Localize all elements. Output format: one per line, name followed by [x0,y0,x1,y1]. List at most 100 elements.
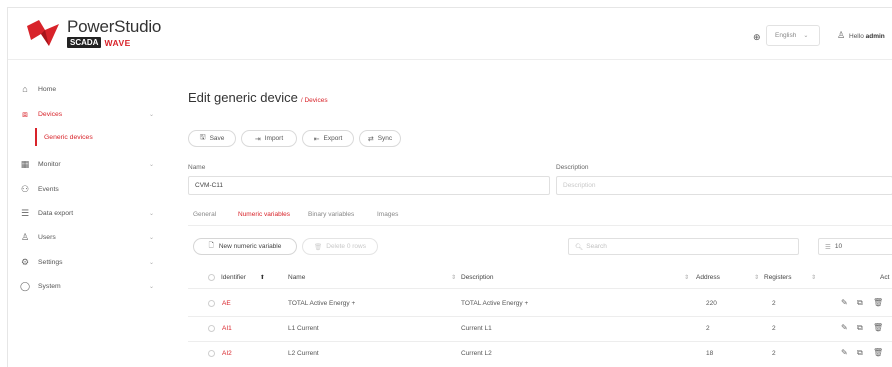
tab-general[interactable]: General [193,210,216,226]
description-field[interactable]: Description [556,176,892,195]
description-placeholder: Description [563,182,596,189]
row-description: Current L1 [461,325,492,332]
language-value: English [775,32,797,39]
sidebar-item-settings[interactable]: ⚙ Settings ⌄ [18,253,158,271]
sidebar-item-devices[interactable]: ⧈ Devices ⌄ [18,105,158,123]
sort-icon[interactable]: ⇕ [811,274,816,281]
export-button[interactable]: ⇤ Export [302,130,354,147]
sidebar-item-system[interactable]: ◯ System ⌄ [18,277,158,295]
trash-icon[interactable]: 🗑 [873,298,883,307]
sidebar-item-label: Users [38,233,56,241]
column-label: Identifier [221,274,246,281]
row-registers: 2 [772,300,776,307]
page-size-select[interactable]: ☰ 10 [818,238,892,255]
search-placeholder: Search [586,243,607,250]
globe-icon: ⊕ [753,32,761,42]
column-header-address[interactable]: Address [696,274,720,281]
row-registers: 2 [772,325,776,332]
sidebar-item-label: Monitor [38,160,61,168]
tabs-divider [188,225,892,226]
copy-icon[interactable]: ⧉ [857,298,863,308]
sidebar-item-label: System [38,282,61,290]
select-all-radio[interactable] [208,274,215,281]
row-select-radio[interactable] [208,350,215,357]
events-icon: ⚇ [20,183,30,194]
column-header-registers[interactable]: Registers [764,274,791,281]
sidebar-item-users[interactable]: ♙ Users ⌄ [18,228,158,246]
tab-binary-variables[interactable]: Binary variables [308,210,354,226]
row-address: 18 [706,350,714,357]
sidebar-item-home[interactable]: ⌂ Home [18,80,158,98]
sidebar-item-label: Data export [38,209,74,217]
sync-icon: ⇄ [367,135,374,143]
search-icon: 🔍︎ [575,243,584,251]
row-name: TOTAL Active Energy + [288,300,356,307]
column-header-description[interactable]: Description [461,274,494,281]
breadcrumb[interactable]: / Devices [301,97,328,104]
user-icon: ♙ [20,231,30,242]
username: admin [865,33,885,40]
trash-icon: 🗑 [313,243,323,251]
sidebar-subitem-generic-devices[interactable]: Generic devices [35,128,155,146]
brand-logo[interactable]: PowerStudio SCADA WAVE [25,18,161,48]
tab-numeric-variables[interactable]: Numeric variables [238,210,291,226]
chevron-down-icon: ⌄ [148,234,154,241]
home-icon: ⌂ [22,84,28,94]
system-icon: ◯ [19,280,31,291]
app-window: PowerStudio SCADA WAVE ⊕ English ⌄ ♙ Hel… [7,7,892,367]
import-icon: ⇥ [254,135,261,143]
column-header-identifier[interactable]: Identifier ⬆ [221,274,265,281]
sidebar-item-events[interactable]: ⚇ Events [18,180,158,198]
new-numeric-variable-button[interactable]: 🗋 New numeric variable [193,238,297,255]
search-input[interactable]: 🔍︎ Search [568,238,799,255]
monitor-icon: ▦ [20,158,30,169]
trash-icon[interactable]: 🗑 [873,348,883,357]
sidebar: ⌂ Home ⧈ Devices ⌄ Generic devices ▦ Mon… [8,60,168,367]
scada-badge: SCADA [67,37,102,48]
edit-icon[interactable]: ✎ [841,298,848,307]
row-identifier[interactable]: AI1 [222,325,232,332]
sort-icon[interactable]: ⇕ [684,274,689,281]
row-identifier[interactable]: AE [222,300,231,307]
sidebar-item-label: Settings [38,258,63,266]
column-header-name[interactable]: Name [288,274,305,281]
sidebar-item-monitor[interactable]: ▦ Monitor ⌄ [18,155,158,173]
new-button-label: New numeric variable [218,243,282,250]
delete-rows-button[interactable]: 🗑 Delete 0 rows [302,238,378,255]
tab-images[interactable]: Images [377,210,398,226]
copy-icon[interactable]: ⧉ [857,323,863,333]
sort-icon[interactable]: ⇕ [754,274,759,281]
edit-icon[interactable]: ✎ [841,348,848,357]
row-select-radio[interactable] [208,325,215,332]
language-select[interactable]: English ⌄ [766,25,820,46]
chevron-down-icon: ⌄ [148,259,154,266]
table-header-divider [188,288,892,289]
edit-icon[interactable]: ✎ [841,323,848,332]
export-label: Export [323,135,343,142]
sidebar-item-label: Devices [38,110,63,118]
sort-icon[interactable]: ⇕ [451,274,456,281]
top-header: PowerStudio SCADA WAVE ⊕ English ⌄ ♙ Hel… [8,8,892,60]
page-title: Edit generic device [188,90,298,105]
user-menu[interactable]: Hello admin [849,33,885,40]
import-label: Import [264,135,284,142]
row-select-radio[interactable] [208,300,215,307]
sync-button[interactable]: ⇄ Sync [359,130,401,147]
row-name: L2 Current [288,350,319,357]
sidebar-item-data-export[interactable]: ☰ Data export ⌄ [18,204,158,222]
chevron-down-icon: ⌄ [148,111,154,118]
row-identifier[interactable]: AI2 [222,350,232,357]
chevron-down-icon: ⌄ [803,33,809,39]
name-field[interactable]: CVM-C11 [188,176,550,195]
list-icon: ☰ [825,243,831,251]
wave-badge: WAVE [104,37,131,48]
greeting-text: Hello [849,33,864,40]
sort-up-icon: ⬆ [259,275,265,281]
trash-icon[interactable]: 🗑 [873,323,883,332]
row-address: 220 [706,300,717,307]
save-button[interactable]: 🖫 Save [188,130,236,147]
user-icon: ♙ [837,30,846,40]
copy-icon[interactable]: ⧉ [857,348,863,358]
row-divider [188,341,892,342]
import-button[interactable]: ⇥ Import [241,130,297,147]
